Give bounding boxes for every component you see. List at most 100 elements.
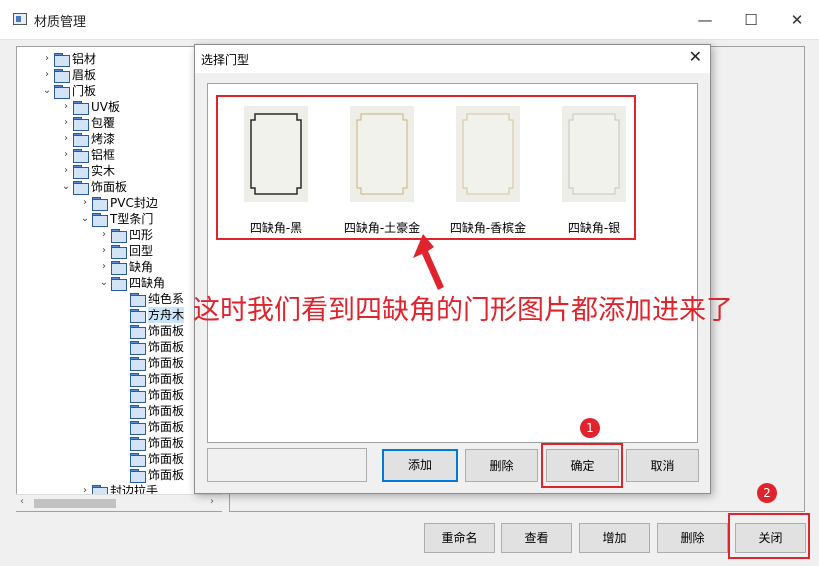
tree-item[interactable]: 饰面板 bbox=[117, 419, 184, 435]
tree-item-label: 饰面板 bbox=[148, 388, 185, 402]
folder-icon bbox=[53, 85, 70, 99]
tree-item-label: 烤漆 bbox=[91, 132, 116, 146]
tree-item[interactable]: › 缺角 bbox=[98, 259, 153, 275]
tree-item[interactable]: › 凹形 bbox=[98, 227, 153, 243]
expand-arrow-icon[interactable]: › bbox=[79, 195, 91, 211]
folder-icon bbox=[129, 453, 146, 467]
folder-icon bbox=[91, 197, 108, 211]
annotation-arrow-icon bbox=[413, 234, 444, 290]
folder-icon bbox=[129, 341, 146, 355]
expand-arrow-icon[interactable]: › bbox=[60, 99, 72, 115]
expand-arrow-icon[interactable]: › bbox=[60, 131, 72, 147]
expand-arrow-icon[interactable]: › bbox=[60, 147, 72, 163]
delete-button[interactable]: 删除 bbox=[657, 523, 728, 553]
folder-icon bbox=[129, 309, 146, 323]
folder-icon bbox=[129, 373, 146, 387]
confirm-highlight-box bbox=[541, 443, 623, 488]
tree-item[interactable]: › 烤漆 bbox=[60, 131, 115, 147]
tree-item-label: 回型 bbox=[129, 244, 154, 258]
expand-arrow-icon[interactable]: › bbox=[41, 67, 53, 83]
tree-item[interactable]: ⌄ 四缺角 bbox=[98, 275, 165, 291]
tree-item-label: 方舟木 bbox=[148, 307, 185, 323]
expanded-arrow-icon[interactable]: ⌄ bbox=[98, 275, 110, 291]
tree-item[interactable]: › UV板 bbox=[60, 99, 120, 115]
tree-item[interactable]: 饰面板 bbox=[117, 323, 184, 339]
dialog-cancel-button[interactable]: 取消 bbox=[626, 449, 699, 482]
tree-item[interactable]: 饰面板 bbox=[117, 467, 184, 483]
tree-item-label: 饰面板 bbox=[148, 420, 185, 434]
tree-item[interactable]: › 铝材 bbox=[41, 51, 96, 67]
scrollbar-thumb[interactable] bbox=[34, 499, 116, 508]
minimize-button[interactable]: — bbox=[693, 8, 717, 32]
tree-horizontal-scrollbar[interactable]: ‹ › bbox=[16, 494, 222, 511]
expand-arrow-icon[interactable]: › bbox=[98, 243, 110, 259]
tree-item[interactable]: ⌄ 门板 bbox=[41, 83, 96, 99]
expanded-arrow-icon[interactable]: ⌄ bbox=[60, 179, 72, 195]
tree-item[interactable]: 方舟木 bbox=[117, 307, 185, 323]
folder-icon bbox=[72, 133, 89, 147]
folder-icon bbox=[110, 261, 127, 275]
folder-icon bbox=[129, 357, 146, 371]
tree-item[interactable]: › 包覆 bbox=[60, 115, 115, 131]
tree-item[interactable]: 饰面板 bbox=[117, 435, 184, 451]
expand-arrow-icon[interactable]: › bbox=[60, 163, 72, 179]
close-window-button[interactable]: ✕ bbox=[785, 8, 809, 32]
material-tree[interactable]: › 铝材 › 眉板 ⌄ 门板 › UV板 › 包覆 › 烤漆 › 铝框 › 实木 ⌄ 饰面板 › PVC封边 ⌄ T型条门… bbox=[16, 46, 222, 512]
scroll-right-icon[interactable]: › bbox=[210, 496, 214, 507]
folder-icon bbox=[53, 53, 70, 67]
annotation-text: 这时我们看到四缺角的门形图片都添加进来了 bbox=[193, 295, 733, 326]
folder-icon bbox=[72, 149, 89, 163]
dialog-close-icon[interactable]: ✕ bbox=[689, 47, 702, 66]
tree-item[interactable]: ⌄ 饰面板 bbox=[60, 179, 127, 195]
tree-item-label: 实木 bbox=[91, 164, 116, 178]
tree-item[interactable]: 饰面板 bbox=[117, 403, 184, 419]
expanded-arrow-icon[interactable]: ⌄ bbox=[79, 211, 91, 227]
tree-item-label: 包覆 bbox=[91, 116, 116, 130]
expand-arrow-icon[interactable]: › bbox=[98, 227, 110, 243]
dialog-delete-button[interactable]: 删除 bbox=[465, 449, 538, 482]
expanded-arrow-icon[interactable]: ⌄ bbox=[41, 83, 53, 99]
window-titlebar: 材质管理 — ☐ ✕ bbox=[0, 0, 819, 40]
folder-icon bbox=[129, 469, 146, 483]
tree-item[interactable]: › PVC封边 bbox=[79, 195, 158, 211]
tree-item[interactable]: 饰面板 bbox=[117, 371, 184, 387]
scroll-left-icon[interactable]: ‹ bbox=[20, 496, 24, 507]
tree-item[interactable]: 饰面板 bbox=[117, 451, 184, 467]
tree-item-label: 饰面板 bbox=[148, 468, 185, 482]
folder-icon bbox=[129, 405, 146, 419]
view-button[interactable]: 查看 bbox=[501, 523, 572, 553]
tree-item[interactable]: 饰面板 bbox=[117, 355, 184, 371]
tree-item[interactable]: 饰面板 bbox=[117, 339, 184, 355]
maximize-button[interactable]: ☐ bbox=[739, 8, 763, 32]
folder-icon bbox=[129, 437, 146, 451]
tree-item-label: UV板 bbox=[91, 100, 120, 114]
expand-arrow-icon[interactable]: › bbox=[60, 115, 72, 131]
tree-item-label: 饰面板 bbox=[148, 356, 185, 370]
tree-item-label: 饰面板 bbox=[148, 340, 185, 354]
folder-icon bbox=[91, 213, 108, 227]
tree-item-label: PVC封边 bbox=[110, 196, 158, 210]
add-button[interactable]: 增加 bbox=[579, 523, 650, 553]
rename-button[interactable]: 重命名 bbox=[424, 523, 495, 553]
close-highlight-box bbox=[728, 513, 810, 559]
dialog-add-button[interactable]: 添加 bbox=[382, 449, 458, 482]
tree-item[interactable]: ⌄ T型条门 bbox=[79, 211, 153, 227]
tree-item-label: 饰面板 bbox=[91, 180, 128, 194]
door-name-field[interactable] bbox=[207, 448, 367, 482]
expand-arrow-icon[interactable]: › bbox=[41, 51, 53, 67]
tree-item[interactable]: 纯色系 bbox=[117, 291, 184, 307]
folder-icon bbox=[129, 325, 146, 339]
tree-item[interactable]: 饰面板 bbox=[117, 387, 184, 403]
tree-item[interactable]: › 眉板 bbox=[41, 67, 96, 83]
tree-item-label: 饰面板 bbox=[148, 372, 185, 386]
tree-item[interactable]: › 回型 bbox=[98, 243, 153, 259]
tree-item-label: 饰面板 bbox=[148, 436, 185, 450]
tree-item[interactable]: › 实木 bbox=[60, 163, 115, 179]
thumbnails-highlight-box bbox=[216, 95, 636, 240]
tree-item-label: 门板 bbox=[72, 84, 97, 98]
folder-icon bbox=[129, 293, 146, 307]
tree-item[interactable]: › 铝框 bbox=[60, 147, 115, 163]
tree-item-label: 铝材 bbox=[72, 52, 97, 66]
expand-arrow-icon[interactable]: › bbox=[98, 259, 110, 275]
tree-item-label: 铝框 bbox=[91, 148, 116, 162]
